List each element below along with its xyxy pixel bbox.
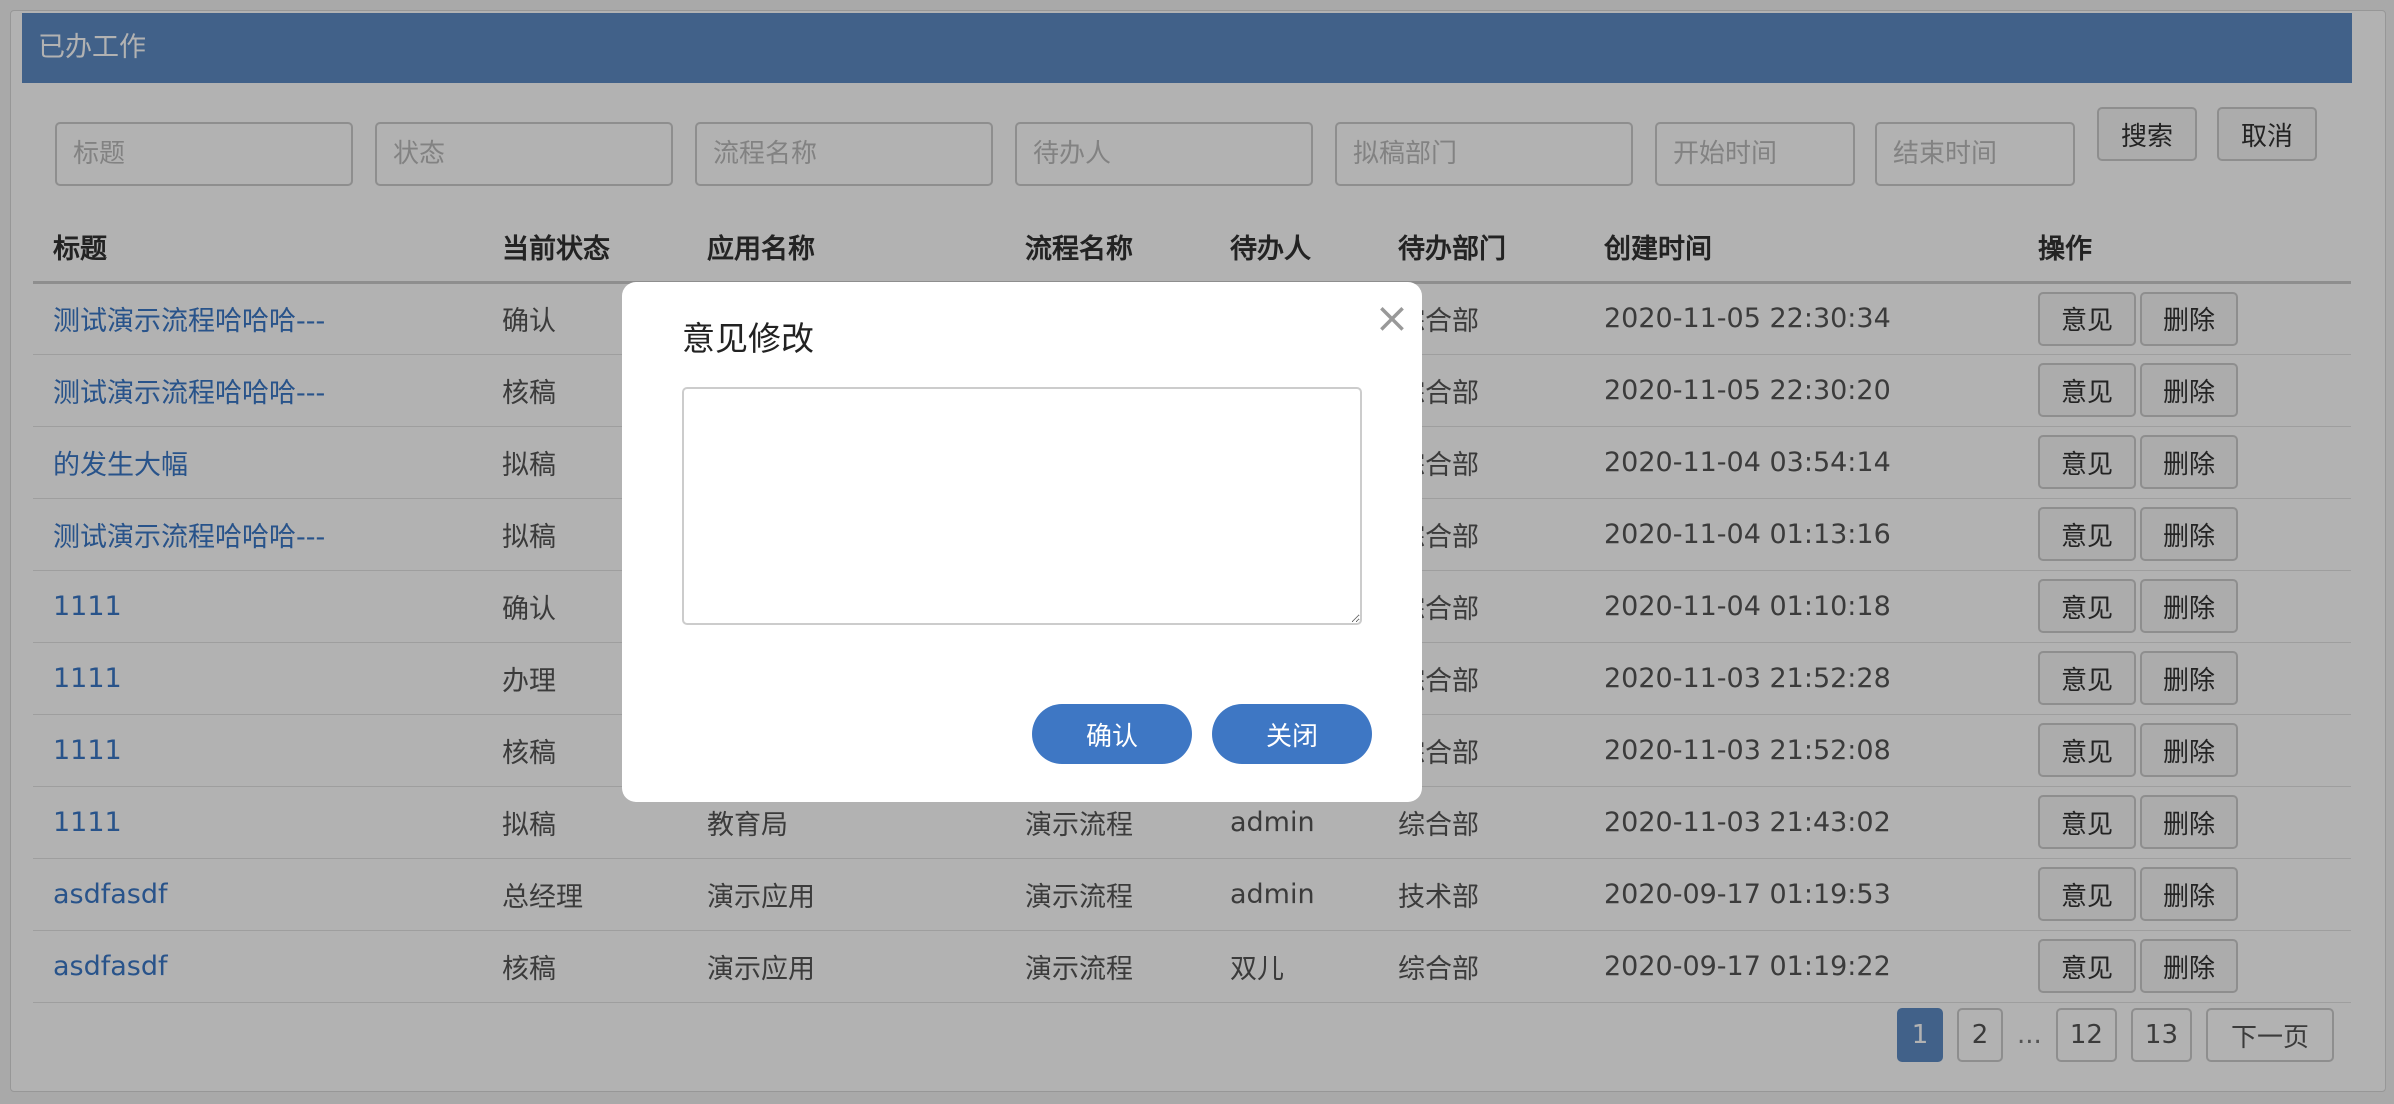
confirm-button[interactable]: 确认: [1032, 704, 1192, 764]
close-button[interactable]: 关闭: [1212, 704, 1372, 764]
opinion-textarea[interactable]: [682, 387, 1362, 625]
close-icon[interactable]: ×: [1374, 297, 1410, 339]
dialog-title: 意见修改: [682, 319, 814, 358]
opinion-edit-dialog: 意见修改 × 确认 关闭: [622, 282, 1422, 802]
